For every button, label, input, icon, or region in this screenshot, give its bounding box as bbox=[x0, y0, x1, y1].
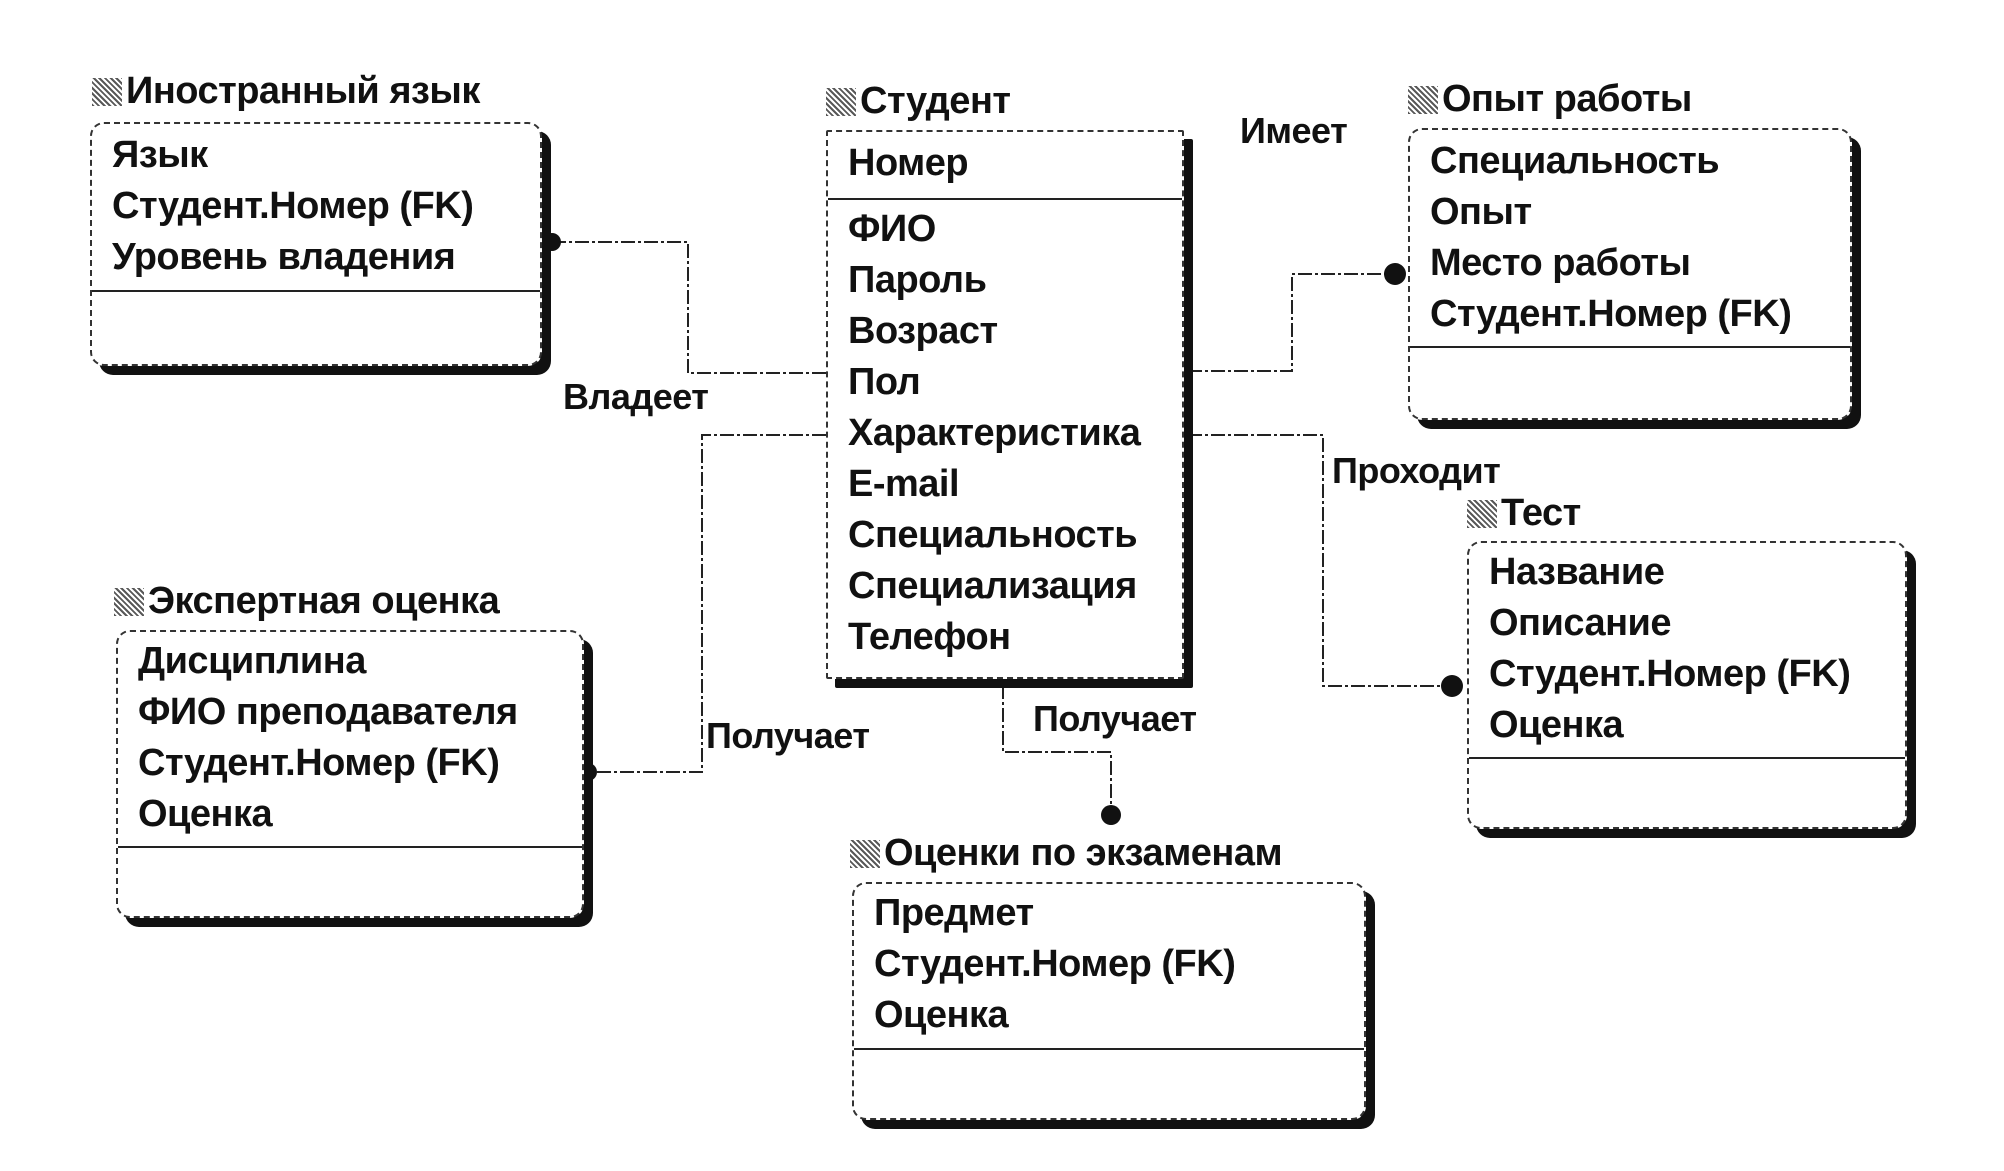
key-divider bbox=[1469, 757, 1905, 759]
entity-icon bbox=[92, 77, 122, 106]
attribute: Уровень владения bbox=[112, 236, 456, 278]
key-divider bbox=[92, 290, 540, 292]
entity-title-expert-assessment[interactable]: Экспертная оценка bbox=[114, 580, 500, 623]
key-divider bbox=[118, 846, 582, 848]
link-owns bbox=[552, 241, 826, 374]
attribute: Возраст bbox=[848, 310, 998, 352]
attribute: Место работы bbox=[1430, 242, 1691, 284]
attribute: Опыт bbox=[1430, 191, 1532, 233]
link-end-dot-test bbox=[1441, 675, 1463, 697]
attribute: Телефон bbox=[848, 616, 1011, 658]
key-divider bbox=[854, 1048, 1364, 1050]
attribute: Оценка bbox=[874, 994, 1009, 1036]
relationship-label-receives-exam: Получает bbox=[1033, 698, 1197, 739]
attribute: Название bbox=[1489, 551, 1665, 593]
attribute: Пароль bbox=[848, 259, 987, 301]
entity-exam-grades[interactable]: Предмет Студент.Номер (FK) Оценка bbox=[852, 882, 1366, 1120]
link-end-dot-foreign-language bbox=[543, 233, 561, 251]
primary-key-attribute: Номер bbox=[848, 142, 969, 184]
attribute: Специальность bbox=[1430, 140, 1720, 182]
relationship-label-receives-expert: Получает bbox=[706, 715, 870, 756]
entity-student[interactable]: Номер ФИО Пароль Возраст Пол Характерист… bbox=[826, 130, 1184, 679]
entity-icon bbox=[850, 839, 880, 868]
relationship-label-passes: Проходит bbox=[1332, 450, 1501, 491]
relationship-label-has: Имеет bbox=[1240, 110, 1348, 151]
entity-title-work-experience[interactable]: Опыт работы bbox=[1408, 78, 1692, 121]
entity-expert-assessment[interactable]: Дисциплина ФИО преподавателя Студент.Ном… bbox=[116, 630, 584, 918]
attribute: Студент.Номер (FK) bbox=[1430, 293, 1792, 335]
link-end-dot-exam bbox=[1101, 805, 1121, 825]
link-has bbox=[1188, 273, 1395, 372]
attribute: Студент.Номер (FK) bbox=[138, 742, 500, 784]
relationship-label-owns: Владеет bbox=[563, 376, 709, 417]
entity-title-exam-grades[interactable]: Оценки по экзаменам bbox=[850, 832, 1283, 875]
attribute: E-mail bbox=[848, 463, 960, 505]
attribute: ФИО bbox=[848, 208, 936, 250]
attribute: ФИО преподавателя bbox=[138, 691, 518, 733]
entity-title-foreign-language[interactable]: Иностранный язык bbox=[92, 70, 480, 113]
attribute: Предмет bbox=[874, 892, 1034, 934]
entity-foreign-language[interactable]: Язык Студент.Номер (FK) Уровень владения bbox=[90, 122, 542, 366]
entity-icon bbox=[1467, 499, 1497, 528]
attribute: Язык bbox=[112, 134, 208, 176]
attribute: Дисциплина bbox=[138, 640, 366, 682]
attribute: Студент.Номер (FK) bbox=[874, 943, 1236, 985]
attribute: Характеристика bbox=[848, 412, 1141, 454]
entity-title-test[interactable]: Тест bbox=[1467, 492, 1581, 535]
attribute: Пол bbox=[848, 361, 921, 403]
attribute: Оценка bbox=[138, 793, 273, 835]
attribute: Оценка bbox=[1489, 704, 1624, 746]
entity-icon bbox=[1408, 85, 1438, 114]
entity-icon bbox=[826, 87, 856, 116]
entity-test[interactable]: Название Описание Студент.Номер (FK) Оце… bbox=[1467, 541, 1907, 829]
attribute: Студент.Номер (FK) bbox=[1489, 653, 1851, 695]
attribute: Специальность bbox=[848, 514, 1138, 556]
attribute: Студент.Номер (FK) bbox=[112, 185, 474, 227]
attribute: Описание bbox=[1489, 602, 1672, 644]
entity-title-student[interactable]: Студент bbox=[826, 80, 1011, 123]
key-divider bbox=[1410, 346, 1850, 348]
link-end-dot-work-experience bbox=[1384, 263, 1406, 285]
entity-work-experience[interactable]: Специальность Опыт Место работы Студент.… bbox=[1408, 128, 1852, 420]
entity-icon bbox=[114, 587, 144, 616]
attribute: Специализация bbox=[848, 565, 1137, 607]
